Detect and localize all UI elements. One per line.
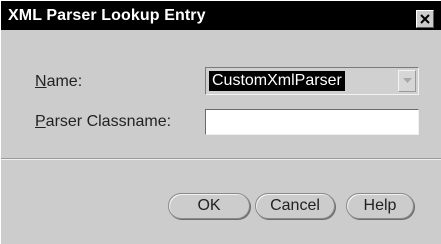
close-icon — [420, 14, 430, 24]
dialog-title: XML Parser Lookup Entry — [8, 7, 206, 24]
name-label-text: ame: — [46, 73, 83, 90]
title-bar[interactable]: XML Parser Lookup Entry — [1, 1, 441, 30]
parser-classname-label: Parser Classname: — [35, 113, 171, 131]
xml-parser-lookup-dialog: XML Parser Lookup Entry Name: CustomXmlP… — [0, 0, 441, 244]
separator — [1, 158, 441, 160]
name-label: Name: — [35, 73, 82, 91]
name-combobox[interactable]: CustomXmlParser — [205, 67, 419, 95]
cancel-button[interactable]: Cancel — [255, 193, 335, 219]
close-button[interactable] — [416, 10, 434, 28]
parser-classname-label-mnemonic: P — [35, 113, 46, 130]
chevron-down-icon — [403, 78, 412, 83]
parser-classname-label-text: arser Classname: — [45, 113, 172, 130]
help-button[interactable]: Help — [346, 193, 414, 219]
name-combobox-value[interactable]: CustomXmlParser — [209, 71, 345, 91]
ok-button[interactable]: OK — [168, 193, 250, 219]
name-label-mnemonic: N — [35, 73, 47, 90]
parser-classname-field[interactable] — [205, 109, 419, 135]
name-dropdown-button[interactable] — [398, 70, 416, 92]
